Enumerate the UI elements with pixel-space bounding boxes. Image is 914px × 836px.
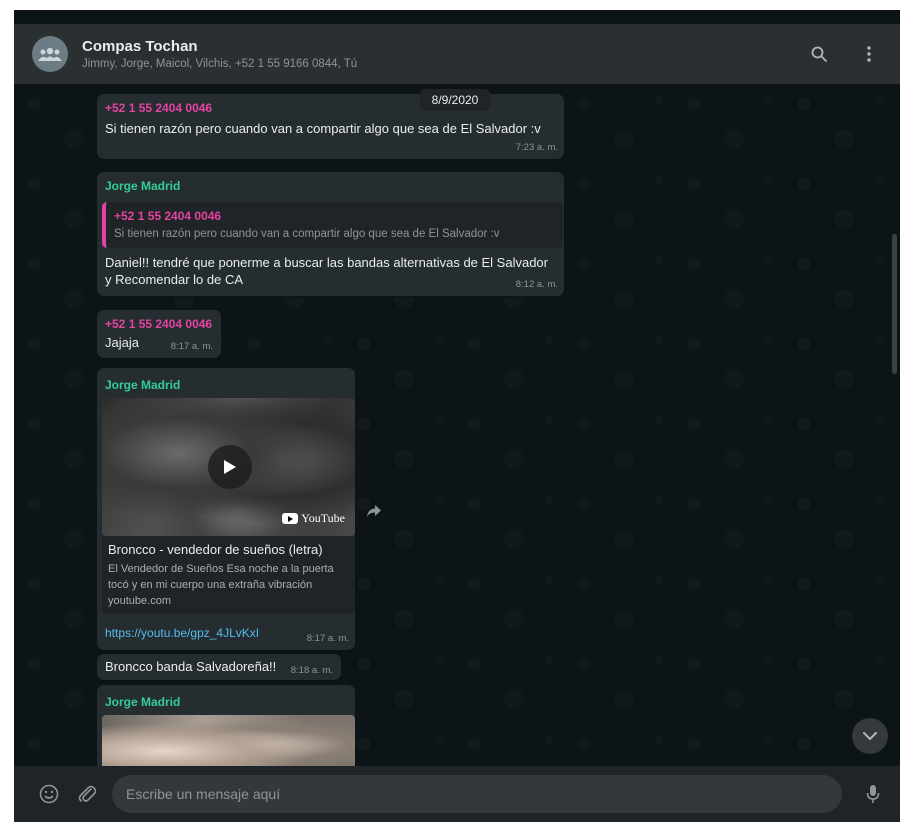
quoted-message[interactable]: +52 1 55 2404 0046 Si tienen razón pero … <box>102 202 563 248</box>
message-bubble[interactable]: Jorge Madrid YouTube Broncco - vendedor … <box>97 368 355 650</box>
message-bubble[interactable]: Jorge Madrid <box>97 685 355 766</box>
link-description: El Vendedor de Sueños Esa noche a la pue… <box>108 563 334 591</box>
message-time: 8:12 a. m. <box>515 279 558 290</box>
scrollbar-thumb[interactable] <box>892 234 897 374</box>
video-thumbnail[interactable]: YouTube <box>102 398 355 536</box>
quoted-sender: +52 1 55 2404 0046 <box>114 209 222 223</box>
message-sender[interactable]: Jorge Madrid <box>105 179 180 193</box>
microphone-icon[interactable] <box>862 783 884 805</box>
whatsapp-window: Compas Tochan Jimmy, Jorge, Maicol, Vilc… <box>14 10 900 822</box>
message-composer <box>14 766 900 822</box>
menu-icon[interactable] <box>858 43 880 65</box>
chat-header[interactable]: Compas Tochan Jimmy, Jorge, Maicol, Vilc… <box>14 24 900 84</box>
message-time: 7:23 a. m. <box>515 142 558 153</box>
message-time: 8:17 a. m. <box>306 633 349 644</box>
message-bubble[interactable]: Broncco banda Salvadoreña!! 8:18 a. m. <box>97 654 341 680</box>
message-input[interactable] <box>112 775 842 813</box>
message-sender[interactable]: +52 1 55 2404 0046 <box>105 101 212 115</box>
message-sender[interactable]: Jorge Madrid <box>105 695 180 709</box>
message-text: Broncco banda Salvadoreña!! <box>105 659 277 674</box>
group-avatar-icon[interactable] <box>32 36 68 72</box>
attach-icon[interactable] <box>76 783 98 805</box>
message-sender[interactable]: Jorge Madrid <box>105 378 180 392</box>
date-separator: 8/9/2020 <box>420 89 490 111</box>
forward-icon[interactable] <box>366 504 386 524</box>
message-time: 8:17 a. m. <box>170 341 213 352</box>
message-link[interactable]: https://youtu.be/gpz_4JLvKxI <box>105 626 259 640</box>
chat-info[interactable]: Compas Tochan Jimmy, Jorge, Maicol, Vilc… <box>82 38 357 70</box>
media-thumbnail[interactable] <box>102 715 355 766</box>
message-text-line2: y Recomendar lo de CA <box>105 272 244 287</box>
message-text: Si tienen razón pero cuando van a compar… <box>105 121 541 136</box>
chat-participants: Jimmy, Jorge, Maicol, Vilchis, +52 1 55 … <box>82 58 358 70</box>
play-icon[interactable] <box>208 445 252 489</box>
emoji-icon[interactable] <box>38 783 60 805</box>
youtube-logo: YouTube <box>282 511 345 526</box>
youtube-brand: YouTube <box>301 511 345 525</box>
link-preview[interactable]: Broncco - vendedor de sueños (letra) El … <box>102 536 355 614</box>
message-time: 8:18 a. m. <box>290 665 333 676</box>
message-bubble[interactable]: +52 1 55 2404 0046 Si tienen razón pero … <box>97 94 564 159</box>
link-domain: youtube.com <box>108 595 171 607</box>
message-list[interactable]: +52 1 55 2404 0046 Si tienen razón pero … <box>14 84 900 766</box>
search-icon[interactable] <box>808 43 830 65</box>
message-bubble[interactable]: +52 1 55 2404 0046 Jajaja 8:17 a. m. <box>97 310 221 358</box>
chat-title: Compas Tochan <box>82 38 198 55</box>
message-text: Jajaja <box>105 335 139 350</box>
message-bubble[interactable]: Jorge Madrid +52 1 55 2404 0046 Si tiene… <box>97 172 564 296</box>
scroll-down-button[interactable] <box>852 718 888 754</box>
message-sender[interactable]: +52 1 55 2404 0046 <box>105 317 212 331</box>
youtube-play-icon <box>282 513 299 524</box>
quoted-text: Si tienen razón pero cuando van a compar… <box>114 228 500 240</box>
message-text-line1: Daniel!! tendré que ponerme a buscar las… <box>105 255 548 270</box>
link-title: Broncco - vendedor de sueños (letra) <box>108 542 323 557</box>
